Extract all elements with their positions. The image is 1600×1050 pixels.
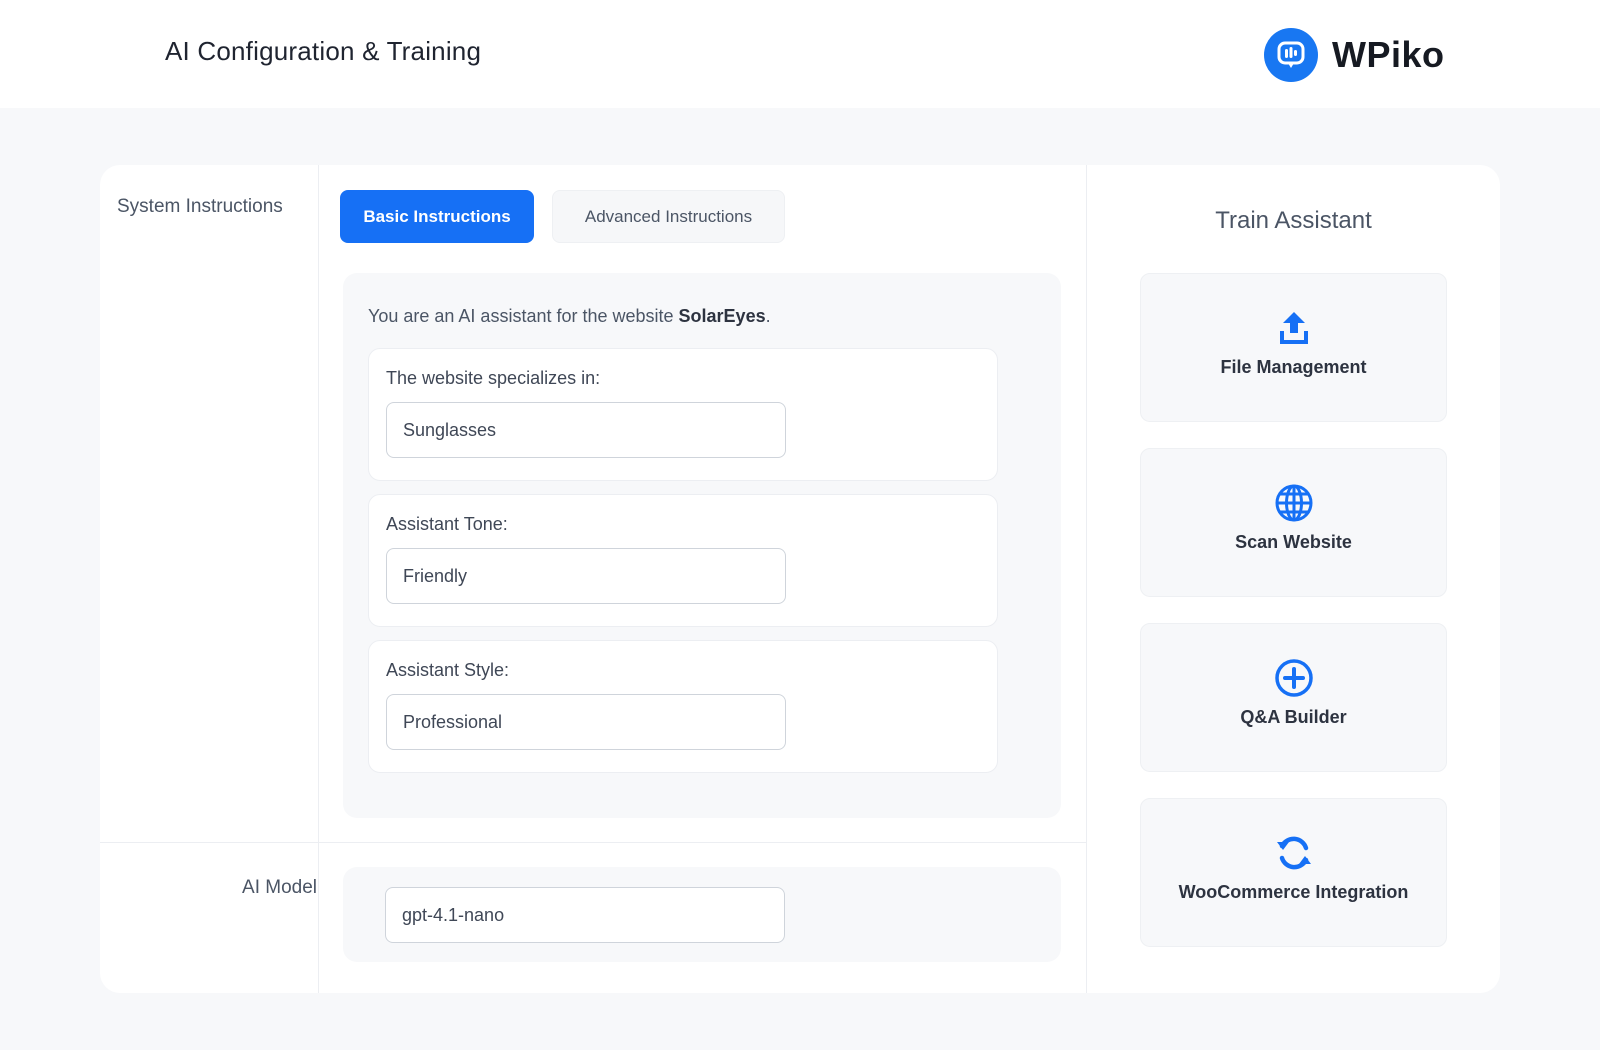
column-divider — [318, 165, 319, 993]
tab-advanced-instructions[interactable]: Advanced Instructions — [552, 190, 785, 243]
globe-icon — [1141, 483, 1446, 523]
brand-name: WPiko — [1332, 34, 1445, 75]
upload-icon — [1141, 308, 1446, 348]
style-input[interactable] — [386, 694, 786, 750]
train-assistant-title: Train Assistant — [1215, 207, 1372, 234]
scan-website-label: Scan Website — [1235, 532, 1352, 552]
intro-prefix: You are an AI assistant for the website — [368, 306, 679, 326]
brand[interactable]: WPiko — [1264, 28, 1445, 82]
specialization-field-card: The website specializes in: — [368, 348, 998, 481]
row-divider — [100, 842, 1087, 843]
instructions-panel: You are an AI assistant for the website … — [343, 273, 1061, 818]
woocommerce-integration-label: WooCommerce Integration — [1178, 882, 1409, 902]
woocommerce-integration-button[interactable]: WooCommerce Integration — [1140, 798, 1447, 947]
qa-builder-label: Q&A Builder — [1240, 707, 1347, 727]
tone-label: Assistant Tone: — [386, 514, 508, 534]
sync-icon — [1141, 833, 1446, 873]
ai-model-label: AI Model — [242, 877, 317, 898]
column-divider — [1086, 165, 1087, 993]
wpiko-logo-icon — [1264, 28, 1318, 82]
website-name: SolarEyes — [678, 306, 766, 326]
file-management-label: File Management — [1220, 357, 1367, 377]
style-field-card: Assistant Style: — [368, 640, 998, 773]
configuration-card: System Instructions Basic Instructions A… — [100, 165, 1500, 993]
system-instructions-label: System Instructions — [117, 196, 283, 217]
plus-circle-icon — [1141, 658, 1446, 698]
scan-website-button[interactable]: Scan Website — [1140, 448, 1447, 597]
page-title: AI Configuration & Training — [165, 36, 482, 66]
style-label: Assistant Style: — [386, 660, 510, 680]
ai-model-panel — [343, 867, 1061, 962]
specialization-label: The website specializes in: — [386, 368, 601, 388]
top-bar: AI Configuration & Training WPiko — [0, 0, 1600, 108]
qa-builder-button[interactable]: Q&A Builder — [1140, 623, 1447, 772]
specialization-input[interactable] — [386, 402, 786, 458]
intro-text: You are an AI assistant for the website … — [368, 306, 771, 327]
intro-suffix: . — [765, 306, 771, 326]
tab-basic-instructions[interactable]: Basic Instructions — [340, 190, 534, 243]
tone-input[interactable] — [386, 548, 786, 604]
tone-field-card: Assistant Tone: — [368, 494, 998, 627]
file-management-button[interactable]: File Management — [1140, 273, 1447, 422]
ai-model-input[interactable] — [385, 887, 785, 943]
